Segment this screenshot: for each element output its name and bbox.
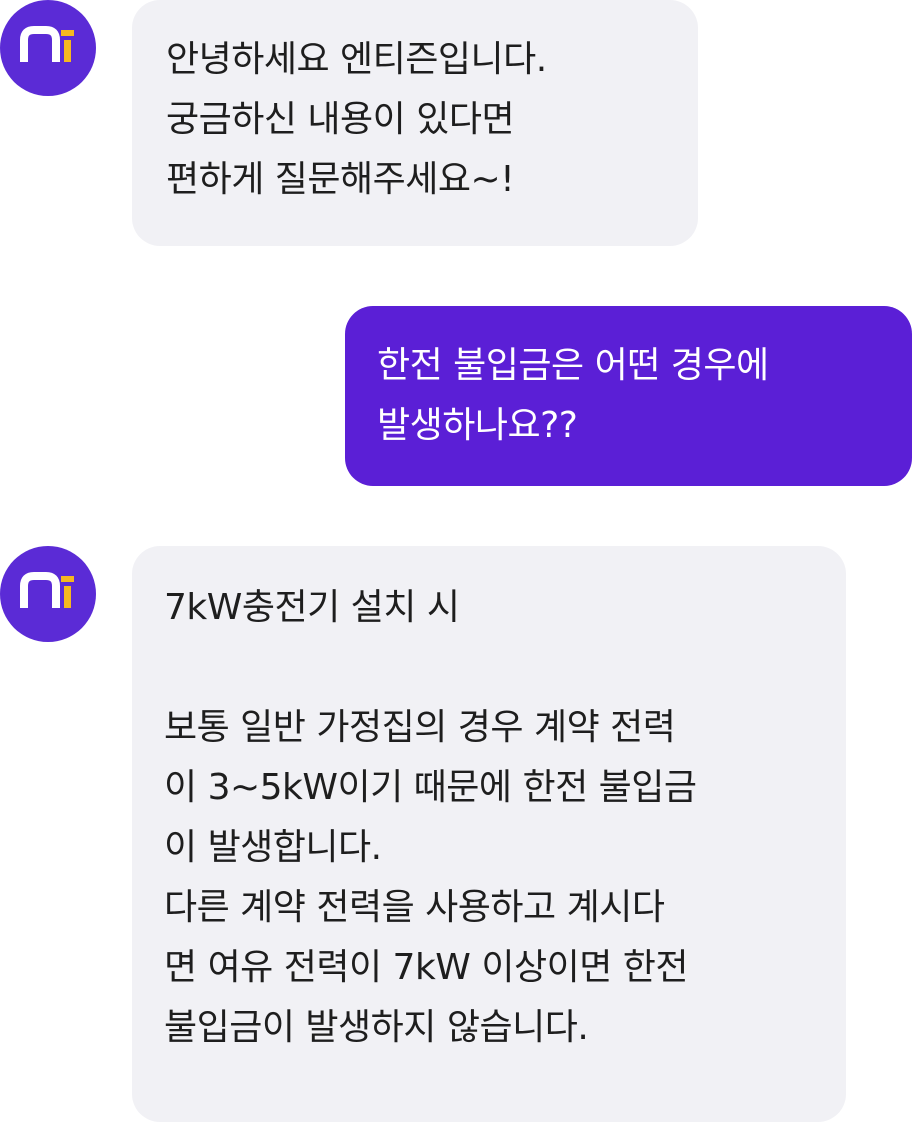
bot-avatar [0, 546, 96, 642]
entizen-logo-icon [20, 26, 74, 62]
bot-avatar [0, 0, 96, 96]
user-message-bubble: 한전 불입금은 어떤 경우에 발생하나요?? [345, 306, 912, 486]
bot-message-bubble: 7kW충전기 설치 시 보통 일반 가정집의 경우 계약 전력 이 3~5kW이… [132, 546, 846, 1122]
bot-message-bubble: 안녕하세요 엔티즌입니다. 궁금하신 내용이 있다면 편하게 질문해주세요~! [132, 0, 698, 246]
entizen-logo-icon [20, 572, 74, 608]
